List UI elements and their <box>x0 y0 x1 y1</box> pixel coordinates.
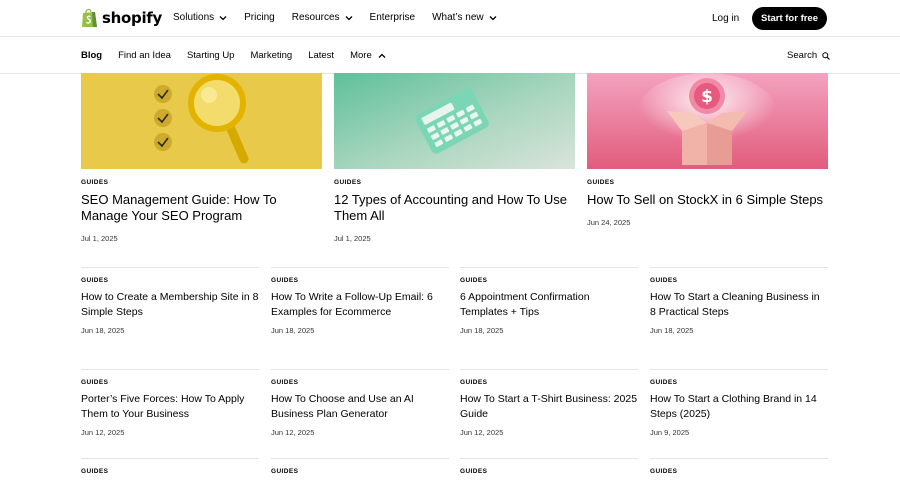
article-category: GUIDES <box>81 379 109 386</box>
box-illustration: $ <box>587 73 828 169</box>
start-for-free-button[interactable]: Start for free <box>752 7 827 30</box>
article-image-box[interactable]: $ <box>587 73 828 169</box>
article-date: Jun 12, 2025 <box>460 428 504 437</box>
article-date: Jun 12, 2025 <box>81 428 125 437</box>
menu-label: What’s new <box>432 12 484 23</box>
top-navigation: shopify Solutions Pricing Resources Ente… <box>0 0 900 37</box>
article-title[interactable]: 12 Types of Accounting and How To Use Th… <box>334 192 575 224</box>
article-title[interactable]: How To Choose and Use an AI Business Pla… <box>271 392 449 421</box>
article-date: Jun 18, 2025 <box>650 326 694 335</box>
chevron-down-icon <box>219 15 227 20</box>
subnav-blog[interactable]: Blog <box>81 50 102 61</box>
menu-label: Enterprise <box>369 12 416 23</box>
article-category: GUIDES <box>460 468 488 475</box>
menu-whats-new[interactable]: What’s new <box>432 12 497 23</box>
article-title[interactable]: How To Start a T-Shirt Business: 2025 Gu… <box>460 392 638 421</box>
article-date: Jul 1, 2025 <box>334 234 371 243</box>
article-category: GUIDES <box>271 468 299 475</box>
article-card[interactable]: GUIDES How To Start a Cleaning Business … <box>650 267 828 335</box>
chevron-down-icon <box>489 15 497 20</box>
article-category: GUIDES <box>81 179 109 186</box>
featured-article-accounting[interactable]: GUIDES 12 Types of Accounting and How To… <box>334 73 575 243</box>
menu-solutions[interactable]: Solutions <box>173 12 227 23</box>
article-category: GUIDES <box>460 379 488 386</box>
article-date: Jun 18, 2025 <box>271 326 315 335</box>
featured-article-stockx[interactable]: $ GUIDES How To Sell on StockX in 6 Simp… <box>587 73 828 227</box>
login-link[interactable]: Log in <box>712 13 739 24</box>
article-date: Jun 24, 2025 <box>587 218 631 227</box>
blog-subnav: Blog Find an Idea Starting Up Marketing … <box>0 37 900 74</box>
article-category: GUIDES <box>587 179 615 186</box>
article-card[interactable]: GUIDES How to Create a Membership Site i… <box>81 267 259 335</box>
article-date: Jun 12, 2025 <box>271 428 315 437</box>
article-card[interactable]: GUIDES <box>650 458 828 475</box>
article-title[interactable]: How To Sell on StockX in 6 Simple Steps <box>587 192 828 208</box>
chevron-up-icon <box>378 53 386 58</box>
article-card[interactable]: GUIDES 6 Appointment Confirmation Templa… <box>460 267 638 335</box>
subnav-items: Blog Find an Idea Starting Up Marketing … <box>81 50 402 61</box>
menu-label: Resources <box>291 12 340 23</box>
article-category: GUIDES <box>460 277 488 284</box>
article-image-calculator[interactable] <box>334 73 575 169</box>
article-date: Jun 9, 2025 <box>650 428 690 437</box>
article-date: Jul 1, 2025 <box>81 234 118 243</box>
featured-article-seo[interactable]: GUIDES SEO Management Guide: How To Mana… <box>81 73 322 243</box>
article-card[interactable]: GUIDES <box>460 458 638 475</box>
article-category: GUIDES <box>271 379 299 386</box>
chevron-down-icon <box>345 15 352 20</box>
shopify-logo[interactable]: shopify <box>81 8 162 28</box>
article-category: GUIDES <box>334 179 362 186</box>
article-title[interactable]: Porter’s Five Forces: How To Apply Them … <box>81 392 259 421</box>
article-card[interactable]: GUIDES <box>271 458 449 475</box>
article-date: Jun 18, 2025 <box>460 326 504 335</box>
article-image-magnifier[interactable] <box>81 73 322 169</box>
shopify-bag-icon <box>82 8 97 27</box>
menu-enterprise[interactable]: Enterprise <box>370 12 416 23</box>
article-card[interactable]: GUIDES How To Start a T-Shirt Business: … <box>460 369 638 437</box>
article-date: Jun 18, 2025 <box>81 326 125 335</box>
article-category: GUIDES <box>650 277 678 284</box>
article-card[interactable]: GUIDES Porter’s Five Forces: How To Appl… <box>81 369 259 437</box>
magnifier-illustration <box>81 73 322 169</box>
menu-label: Pricing <box>244 12 275 23</box>
menu-pricing[interactable]: Pricing <box>244 12 275 23</box>
article-title[interactable]: How To Write a Follow-Up Email: 6 Exampl… <box>271 290 449 319</box>
subnav-more-label: More <box>350 50 372 61</box>
article-category: GUIDES <box>650 468 678 475</box>
article-title[interactable]: How To Start a Clothing Brand in 14 Step… <box>650 392 828 421</box>
brand-wordmark: shopify <box>102 9 162 27</box>
menu-label: Solutions <box>173 12 215 23</box>
subnav-more[interactable]: More <box>350 50 386 61</box>
search-label: Search <box>787 50 818 61</box>
search-icon <box>822 51 830 60</box>
article-category: GUIDES <box>81 468 109 475</box>
subnav-starting-up[interactable]: Starting Up <box>187 50 235 61</box>
calculator-illustration <box>334 73 575 169</box>
article-card[interactable]: GUIDES <box>81 458 259 475</box>
article-card[interactable]: GUIDES How To Write a Follow-Up Email: 6… <box>271 267 449 335</box>
article-category: GUIDES <box>650 379 678 386</box>
menu-resources[interactable]: Resources <box>292 12 353 23</box>
article-category: GUIDES <box>271 277 299 284</box>
main-menu: Solutions Pricing Resources Enterprise W… <box>173 12 514 23</box>
search-button[interactable]: Search <box>787 50 830 61</box>
article-title[interactable]: How to Create a Membership Site in 8 Sim… <box>81 290 259 319</box>
article-card[interactable]: GUIDES How To Choose and Use an AI Busin… <box>271 369 449 437</box>
subnav-marketing[interactable]: Marketing <box>250 50 292 61</box>
subnav-find-an-idea[interactable]: Find an Idea <box>118 50 171 61</box>
svg-text:$: $ <box>701 87 713 107</box>
article-card[interactable]: GUIDES How To Start a Clothing Brand in … <box>650 369 828 437</box>
article-title[interactable]: How To Start a Cleaning Business in 8 Pr… <box>650 290 828 319</box>
subnav-latest[interactable]: Latest <box>308 50 334 61</box>
article-title[interactable]: 6 Appointment Confirmation Templates + T… <box>460 290 638 319</box>
article-title[interactable]: SEO Management Guide: How To Manage Your… <box>81 192 322 224</box>
article-category: GUIDES <box>81 277 109 284</box>
